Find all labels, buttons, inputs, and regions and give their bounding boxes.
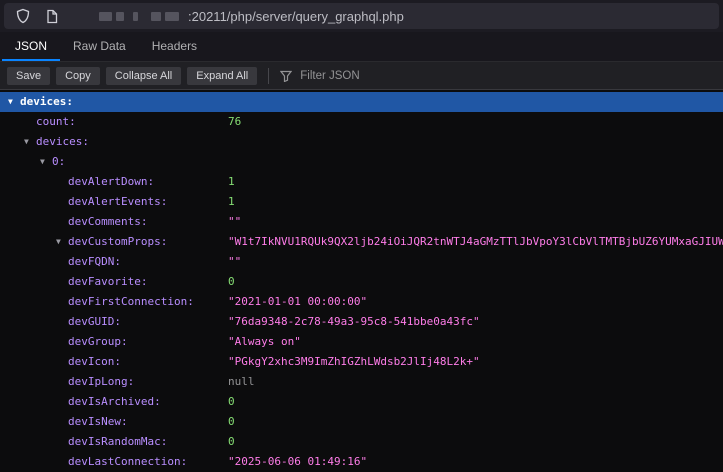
- json-value: 0: [228, 432, 723, 452]
- json-row[interactable]: ▼devLastConnection:"2025-06-06 01:49:16": [0, 452, 723, 472]
- json-row[interactable]: ▼devAlertDown:1: [0, 172, 723, 192]
- json-key: count:: [36, 112, 76, 132]
- json-row[interactable]: ▼devFirstConnection:"2021-01-01 00:00:00…: [0, 292, 723, 312]
- json-row[interactable]: ▼devGroup:"Always on": [0, 332, 723, 352]
- json-row[interactable]: ▼devFavorite:0: [0, 272, 723, 292]
- json-key: devLastConnection:: [68, 452, 187, 472]
- json-key: devAlertDown:: [68, 172, 154, 192]
- url-bar[interactable]: :20211/php/server/query_graphql.php: [4, 3, 719, 29]
- json-key: devIsArchived:: [68, 392, 161, 412]
- json-value: "": [228, 212, 723, 232]
- json-key: devFavorite:: [68, 272, 147, 292]
- json-key: devIpLong:: [68, 372, 134, 392]
- json-key: devIsNew:: [68, 412, 128, 432]
- json-key: devAlertEvents:: [68, 192, 167, 212]
- redacted-host: [99, 12, 179, 21]
- page-info-icon[interactable]: [42, 6, 62, 26]
- json-key: devFirstConnection:: [68, 292, 194, 312]
- json-key: devCustomProps:: [68, 232, 167, 252]
- twisty-expanded-icon[interactable]: ▼: [24, 132, 36, 152]
- collapse-all-button[interactable]: Collapse All: [106, 67, 181, 85]
- json-value: "2021-01-01 00:00:00": [228, 292, 723, 312]
- json-value: 1: [228, 172, 723, 192]
- jsonviewer-tab-bar: JSON Raw Data Headers: [0, 32, 723, 62]
- json-row[interactable]: ▼devComments:"": [0, 212, 723, 232]
- json-row[interactable]: ▼devIsRandomMac:0: [0, 432, 723, 452]
- json-row[interactable]: ▼devices:: [0, 92, 723, 112]
- json-key: devComments:: [68, 212, 147, 232]
- json-value: "Always on": [228, 332, 723, 352]
- json-row[interactable]: ▼count:76: [0, 112, 723, 132]
- jsonviewer-toolbar: Save Copy Collapse All Expand All: [0, 62, 723, 90]
- json-row[interactable]: ▼devIcon:"PGkgY2xhc3M9ImZhIGZhLWdsb2JlIj…: [0, 352, 723, 372]
- json-value: 0: [228, 392, 723, 412]
- json-value: 0: [228, 412, 723, 432]
- expand-all-button[interactable]: Expand All: [187, 67, 257, 85]
- twisty-expanded-icon[interactable]: ▼: [8, 92, 20, 112]
- json-value: 0: [228, 272, 723, 292]
- tab-headers[interactable]: Headers: [139, 32, 210, 61]
- json-key: devIsRandomMac:: [68, 432, 167, 452]
- json-row[interactable]: ▼devGUID:"76da9348-2c78-49a3-95c8-541bbe…: [0, 312, 723, 332]
- json-value: "W1t7IkNVU1RQUk9QX2ljb24iOiJQR2tnWTJ4aGM…: [228, 232, 723, 252]
- json-value: "76da9348-2c78-49a3-95c8-541bbe0a43fc": [228, 312, 723, 332]
- json-value: 1: [228, 192, 723, 212]
- json-row[interactable]: ▼devCustomProps: "W1t7IkNVU1RQUk9QX2ljb24…: [0, 232, 723, 252]
- json-value: "2025-06-06 01:49:16": [228, 452, 723, 472]
- json-key: 0:: [52, 152, 65, 172]
- browser-toolbar: :20211/php/server/query_graphql.php: [0, 0, 723, 32]
- tab-json[interactable]: JSON: [2, 32, 60, 61]
- json-value: "PGkgY2xhc3M9ImZhIGZhLWdsb2JlIj48L2k+": [228, 352, 723, 372]
- json-row[interactable]: ▼devIsNew:0: [0, 412, 723, 432]
- json-tree: ▼devices:▼count:76▼devices:▼0:▼devAlertD…: [0, 90, 723, 472]
- json-key: devIcon:: [68, 352, 121, 372]
- toolbar-divider: [268, 68, 269, 84]
- json-row[interactable]: ▼devices:: [0, 132, 723, 152]
- save-button[interactable]: Save: [7, 67, 50, 85]
- json-row[interactable]: ▼devIsArchived:0: [0, 392, 723, 412]
- json-row[interactable]: ▼0:: [0, 152, 723, 172]
- filter-container: [280, 69, 442, 83]
- json-value: "": [228, 252, 723, 272]
- url-text[interactable]: :20211/php/server/query_graphql.php: [188, 9, 404, 24]
- twisty-expanded-icon[interactable]: ▼: [56, 232, 68, 252]
- json-key: devices:: [20, 92, 73, 112]
- shield-icon[interactable]: [13, 6, 33, 26]
- json-row[interactable]: ▼devAlertEvents:1: [0, 192, 723, 212]
- json-key: devices:: [36, 132, 89, 152]
- filter-funnel-icon: [280, 70, 292, 82]
- copy-button[interactable]: Copy: [56, 67, 100, 85]
- browser-window: :20211/php/server/query_graphql.php JSON…: [0, 0, 723, 472]
- json-row[interactable]: ▼devFQDN:"": [0, 252, 723, 272]
- twisty-expanded-icon[interactable]: ▼: [40, 152, 52, 172]
- json-value: 76: [228, 112, 723, 132]
- json-key: devGroup:: [68, 332, 128, 352]
- json-key: devGUID:: [68, 312, 121, 332]
- json-value: null: [228, 372, 723, 392]
- tab-raw-data[interactable]: Raw Data: [60, 32, 139, 61]
- filter-json-input[interactable]: [298, 69, 442, 83]
- json-row[interactable]: ▼devIpLong:null: [0, 372, 723, 392]
- json-key: devFQDN:: [68, 252, 121, 272]
